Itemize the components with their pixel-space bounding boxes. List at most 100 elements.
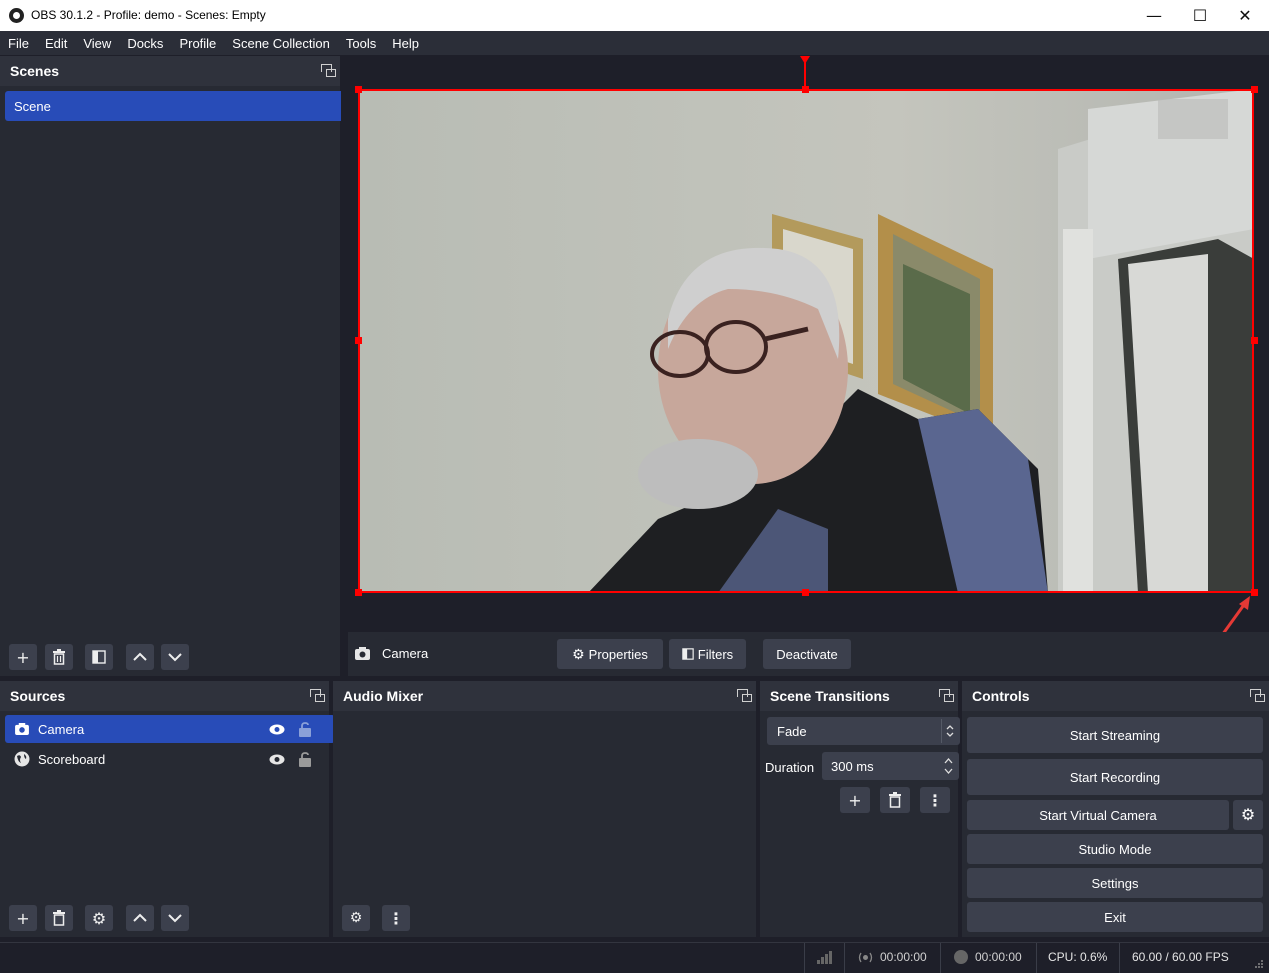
- move-source-up-button[interactable]: [126, 905, 154, 931]
- audio-mixer-menu-button[interactable]: ⋮: [382, 905, 410, 931]
- resize-handle-top-right[interactable]: [1251, 86, 1258, 93]
- updown-chevron-icon: [946, 725, 954, 737]
- duration-value: 300 ms: [831, 758, 874, 774]
- resize-handle-top-left[interactable]: [355, 86, 362, 93]
- sources-dock: Sources Camera Scoreboard + ⚙: [0, 681, 335, 937]
- controls-dock-header: Controls: [962, 681, 1269, 711]
- undock-icon[interactable]: [1250, 689, 1265, 702]
- signal-strength-icon: [817, 951, 832, 964]
- menu-docks[interactable]: Docks: [119, 36, 171, 51]
- plus-icon: +: [848, 790, 862, 810]
- add-transition-button[interactable]: +: [840, 787, 870, 813]
- menu-view[interactable]: View: [75, 36, 119, 51]
- more-vertical-icon: ⋮: [927, 790, 943, 810]
- move-source-down-button[interactable]: [161, 905, 189, 931]
- properties-label: Properties: [588, 646, 648, 662]
- resize-handle-bottom[interactable]: [802, 589, 809, 596]
- trash-icon: [889, 792, 901, 808]
- recording-icon: [954, 950, 968, 964]
- duration-spinbox[interactable]: 300 ms: [822, 752, 959, 780]
- controls-dock-title: Controls: [972, 688, 1030, 704]
- record-timer: 00:00:00: [975, 950, 1022, 964]
- gear-icon: ⚙: [1240, 807, 1256, 824]
- exit-button[interactable]: Exit: [967, 902, 1263, 932]
- status-divider: [1036, 943, 1037, 973]
- menu-edit[interactable]: Edit: [37, 36, 75, 51]
- transition-type-select[interactable]: Fade: [767, 717, 960, 745]
- transition-type-value: Fade: [777, 723, 807, 739]
- menu-tools[interactable]: Tools: [338, 36, 384, 51]
- scenes-dock-title: Scenes: [10, 63, 60, 79]
- audio-mixer-dock-header: Audio Mixer: [333, 681, 756, 711]
- studio-mode-label: Studio Mode: [1078, 841, 1152, 857]
- settings-button[interactable]: Settings: [967, 868, 1263, 898]
- gears-icon: ⚙: [349, 910, 363, 926]
- source-item-label: Camera: [38, 721, 85, 737]
- transition-properties-button[interactable]: ⋮: [920, 787, 950, 813]
- resize-handle-bottom-left[interactable]: [355, 589, 362, 596]
- remove-transition-button[interactable]: [880, 787, 910, 813]
- close-button[interactable]: ✕: [1222, 0, 1268, 31]
- maximize-button[interactable]: ☐: [1177, 0, 1223, 31]
- add-scene-button[interactable]: +: [9, 644, 37, 670]
- cpu-usage: CPU: 0.6%: [1048, 950, 1108, 964]
- source-item[interactable]: Camera: [5, 715, 335, 743]
- audio-advanced-properties-button[interactable]: ⚙: [342, 905, 370, 931]
- eye-icon[interactable]: [269, 754, 285, 765]
- scene-item[interactable]: Scene: [5, 91, 345, 121]
- remove-scene-button[interactable]: [45, 644, 73, 670]
- undock-icon[interactable]: [310, 689, 325, 702]
- resize-handle-left[interactable]: [355, 337, 362, 344]
- menu-help[interactable]: Help: [384, 36, 427, 51]
- start-recording-button[interactable]: Start Recording: [967, 759, 1263, 795]
- undock-icon[interactable]: [737, 689, 752, 702]
- undock-icon[interactable]: [939, 689, 954, 702]
- start-virtual-camera-button[interactable]: Start Virtual Camera: [967, 800, 1229, 830]
- add-source-button[interactable]: +: [9, 905, 37, 931]
- select-divider: [941, 719, 942, 743]
- scene-transitions-dock: Scene Transitions Fade Duration 300 ms +…: [760, 681, 960, 937]
- source-context-bar: Camera ⚙ Properties Filters Deactivate: [348, 632, 1269, 676]
- scene-filters-button[interactable]: [85, 644, 113, 670]
- status-bar: 00:00:00 00:00:00 CPU: 0.6% 60.00 / 60.0…: [0, 942, 1269, 973]
- resize-grip-icon[interactable]: [1254, 959, 1264, 969]
- transitions-dock-title: Scene Transitions: [770, 688, 890, 704]
- obs-logo-icon: [9, 8, 24, 23]
- menu-file[interactable]: File: [0, 36, 37, 51]
- gear-icon: ⚙: [91, 908, 107, 928]
- start-streaming-label: Start Streaming: [1069, 727, 1161, 743]
- camera-preview[interactable]: [358, 89, 1254, 593]
- move-scene-up-button[interactable]: [126, 644, 154, 670]
- eye-icon[interactable]: [269, 724, 285, 735]
- properties-button[interactable]: ⚙ Properties: [557, 639, 663, 669]
- spin-arrows-icon[interactable]: [944, 757, 953, 775]
- menu-scene-collection[interactable]: Scene Collection: [224, 36, 338, 51]
- transitions-dock-header: Scene Transitions: [760, 681, 958, 711]
- globe-icon: [14, 751, 30, 767]
- audio-mixer-dock-title: Audio Mixer: [343, 688, 424, 704]
- controls-dock: Controls Start Streaming Start Recording…: [962, 681, 1269, 937]
- streaming-icon: [858, 952, 873, 963]
- filters-button[interactable]: Filters: [669, 639, 746, 669]
- deactivate-button[interactable]: Deactivate: [763, 639, 851, 669]
- move-scene-down-button[interactable]: [161, 644, 189, 670]
- resize-handle-right[interactable]: [1251, 337, 1258, 344]
- remove-source-button[interactable]: [45, 905, 73, 931]
- source-properties-button[interactable]: ⚙: [85, 905, 113, 931]
- filter-icon: [92, 650, 106, 664]
- stream-timer: 00:00:00: [880, 950, 927, 964]
- start-streaming-button[interactable]: Start Streaming: [967, 717, 1263, 753]
- menu-bar: File Edit View Docks Profile Scene Colle…: [0, 31, 1269, 55]
- audio-mixer-dock: Audio Mixer ⚙ ⋮: [333, 681, 756, 937]
- fps-indicator: 60.00 / 60.00 FPS: [1132, 950, 1229, 964]
- undock-icon[interactable]: [321, 64, 336, 77]
- resize-handle-top[interactable]: [802, 86, 809, 93]
- virtual-camera-settings-button[interactable]: ⚙: [1233, 800, 1263, 830]
- minimize-button[interactable]: —: [1131, 0, 1177, 31]
- status-divider: [804, 943, 805, 973]
- chevron-up-icon: [133, 913, 147, 922]
- lock-icon[interactable]: [299, 752, 311, 767]
- menu-profile[interactable]: Profile: [171, 36, 224, 51]
- lock-icon[interactable]: [299, 722, 311, 737]
- studio-mode-button[interactable]: Studio Mode: [967, 834, 1263, 864]
